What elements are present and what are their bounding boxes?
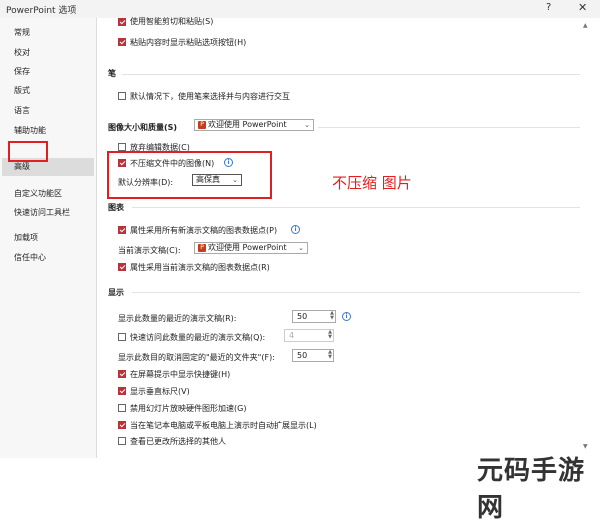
unpinned-folders-label: 显示此数目的取消固定的"最近的文件夹"(F): [118, 353, 275, 362]
chart-all-new-label: 属性采用所有新演示文稿的图表数据点(P) [130, 226, 278, 235]
spinner-arrows-icon[interactable]: ▲ ▼ [328, 330, 332, 340]
watermark-text: 元码手游网 [477, 456, 586, 523]
info-icon[interactable]: i [342, 312, 351, 321]
no-compress-checkbox[interactable] [118, 159, 126, 167]
close-button[interactable]: ✕ [578, 1, 587, 14]
chart-heading: 图表 [108, 203, 124, 212]
window-title: PowerPoint 选项 [6, 6, 77, 16]
vertical-ruler-label: 显示垂直标尺(V) [130, 387, 190, 396]
recent-count-value: 50 [297, 312, 308, 321]
pen-divider [122, 74, 580, 75]
smart-cut-paste-label: 使用智能剪切和粘贴(S) [130, 17, 214, 26]
info-icon[interactable]: i [291, 225, 300, 234]
quick-access-count-input[interactable]: 4 ▲ ▼ [284, 329, 334, 342]
shortcut-keys-label: 在屏幕提示中显示快捷键(H) [130, 370, 231, 379]
resolution-label: 默认分辨率(D): [118, 178, 174, 187]
paste-options-checkbox[interactable] [118, 38, 126, 46]
discard-edit-checkbox[interactable] [118, 143, 126, 151]
chart-current-points-label: 属性采用当前演示文稿的图表数据点(R) [130, 263, 270, 272]
sidebar-item-quick-access-toolbar[interactable]: 快速访问工具栏 [14, 206, 70, 220]
sidebar-item-general[interactable]: 常规 [14, 26, 30, 40]
chart-current-dropdown[interactable]: P 欢迎使用 PowerPoint ⌄ [194, 242, 308, 254]
scrollbar[interactable]: ▲ ▼ [583, 18, 591, 458]
pen-interact-checkbox[interactable] [118, 92, 126, 100]
image-divider [318, 127, 580, 128]
sidebar-item-accessibility[interactable]: 辅助功能 [14, 124, 46, 138]
display-divider [132, 292, 580, 293]
quick-access-label: 快速访问此数量的最近的演示文稿(Q): [130, 333, 266, 342]
disable-hw-accel-checkbox[interactable] [118, 404, 126, 412]
recent-count-input[interactable]: 50 ▲ ▼ [292, 310, 336, 323]
chart-current-points-checkbox[interactable] [118, 263, 126, 271]
chevron-down-icon: ⌄ [232, 176, 238, 184]
smart-cut-paste-checkbox[interactable] [118, 18, 126, 26]
sidebar-item-trust-center[interactable]: 信任中心 [14, 251, 46, 265]
quick-access-count-value: 4 [289, 331, 295, 340]
no-compress-label: 不压缩文件中的图像(N) [130, 159, 215, 168]
help-button[interactable]: ? [546, 2, 551, 13]
sidebar-item-proofing[interactable]: 校对 [14, 46, 30, 60]
disable-hw-accel-label: 禁用幻灯片放映硬件图形加速(G) [130, 404, 247, 413]
display-heading: 显示 [108, 288, 124, 297]
unpinned-folders-input[interactable]: 50 ▲ ▼ [292, 349, 334, 362]
shortcut-keys-checkbox[interactable] [118, 370, 126, 378]
sidebar-highlight-box [8, 141, 48, 162]
unpinned-folders-value: 50 [297, 351, 308, 360]
image-scope-dropdown[interactable]: P 欢迎使用 PowerPoint ⌄ [194, 119, 314, 131]
chart-current-value: 欢迎使用 PowerPoint [208, 243, 287, 252]
info-icon[interactable]: i [224, 158, 233, 167]
sidebar-item-language[interactable]: 语言 [14, 104, 30, 118]
image-scope-value: 欢迎使用 PowerPoint [208, 120, 287, 129]
pen-interact-label: 默认情况下，使用笔来选择并与内容进行交互 [130, 92, 290, 101]
chart-all-new-checkbox[interactable] [118, 226, 126, 234]
paste-options-label: 粘贴内容时显示粘贴选项按钮(H) [130, 38, 247, 47]
spinner-arrows-icon[interactable]: ▲ ▼ [328, 350, 332, 360]
scroll-up-icon[interactable]: ▲ [583, 22, 588, 29]
auto-expand-label: 当在笔记本电脑或平板电脑上演示时自动扩展显示(L) [130, 421, 317, 430]
scroll-down-icon[interactable]: ▼ [583, 443, 588, 450]
chart-current-label: 当前演示文稿(C): [118, 246, 181, 255]
sidebar-item-customize-ribbon[interactable]: 自定义功能区 [14, 187, 62, 201]
pen-heading: 笔 [108, 69, 116, 78]
sidebar-item-addins[interactable]: 加载项 [14, 231, 38, 245]
sidebar: 常规 校对 保存 版式 语言 辅助功能 高级 自定义功能区 快速访问工具栏 加载… [0, 18, 97, 458]
spinner-arrows-icon[interactable]: ▲ ▼ [330, 311, 334, 321]
sidebar-item-layout[interactable]: 版式 [14, 84, 30, 98]
chevron-down-icon: ⌄ [304, 121, 310, 129]
image-quality-heading: 图像大小和质量(S) [108, 123, 178, 132]
partial-last-checkbox[interactable] [118, 437, 126, 445]
vertical-ruler-checkbox[interactable] [118, 387, 126, 395]
auto-expand-checkbox[interactable] [118, 421, 126, 429]
powerpoint-icon: P [198, 120, 206, 129]
title-bar [0, 0, 600, 18]
quick-access-checkbox[interactable] [118, 333, 126, 341]
sidebar-item-save[interactable]: 保存 [14, 65, 30, 79]
partial-last-label: 查看已更改所选择的其他人 [130, 437, 226, 446]
sidebar-item-advanced[interactable]: 高级 [14, 160, 30, 174]
resolution-dropdown[interactable]: 高保真 ⌄ [192, 174, 242, 186]
annotation-text: 不压缩 图片 [332, 174, 412, 192]
chevron-down-icon: ⌄ [298, 244, 304, 252]
resolution-value: 高保真 [196, 175, 220, 184]
recent-count-label: 显示此数量的最近的演示文稿(R): [118, 314, 237, 323]
chart-divider [132, 207, 580, 208]
powerpoint-icon: P [198, 243, 206, 252]
